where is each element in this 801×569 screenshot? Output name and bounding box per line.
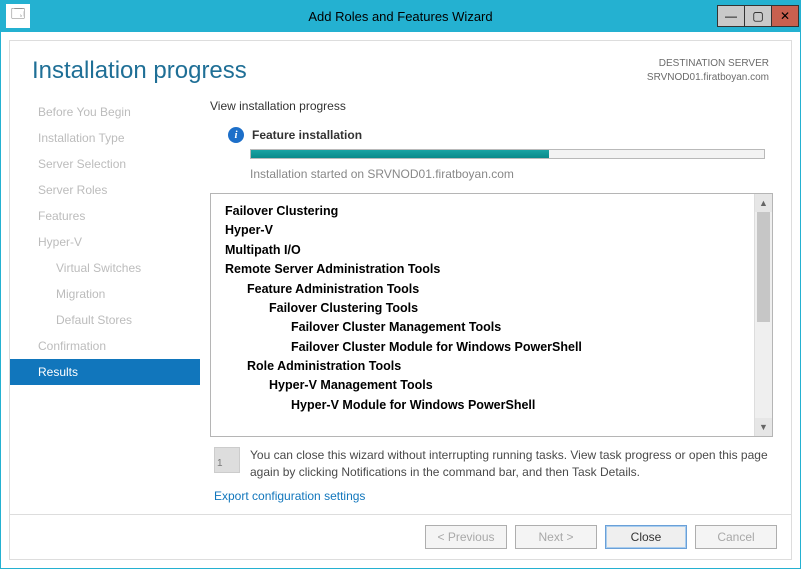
tree-item: Failover Clustering Tools [225,299,748,318]
sidebar-item-server-roles: Server Roles [10,177,200,203]
tree-item: Failover Cluster Module for Windows Powe… [225,338,748,357]
progress-fill [251,150,549,158]
previous-button: < Previous [425,525,507,549]
sidebar-item-hyper-v: Hyper-V [10,229,200,255]
tree-item: Hyper-V Management Tools [225,376,748,395]
tree-item: Hyper-V Module for Windows PowerShell [225,396,748,415]
app-icon: 🗔 [6,4,30,28]
sidebar-item-before-you-begin: Before You Begin [10,99,200,125]
tree-item: Multipath I/O [225,241,748,260]
status-text: Feature installation [252,128,362,142]
tree-item: Role Administration Tools [225,357,748,376]
window-title: Add Roles and Features Wizard [0,9,801,24]
tree-item: Failover Cluster Management Tools [225,318,748,337]
minimize-button[interactable]: — [717,5,745,27]
note-row: 1 You can close this wizard without inte… [210,437,773,489]
scroll-track[interactable] [755,212,772,418]
destination-server: SRVNOD01.firatboyan.com [647,71,769,85]
notification-badge: 1 [217,457,223,471]
maximize-button[interactable]: ▢ [744,5,772,27]
tree-item: Feature Administration Tools [225,280,748,299]
titlebar: 🗔 Add Roles and Features Wizard — ▢ ✕ [0,0,801,32]
sidebar-item-server-selection: Server Selection [10,151,200,177]
feature-tree: Failover ClusteringHyper-VMultipath I/OR… [210,193,773,437]
destination-info: DESTINATION SERVER SRVNOD01.firatboyan.c… [647,57,769,85]
scroll-down-button[interactable]: ▼ [755,418,772,436]
info-icon: i [228,127,244,143]
status-row: i Feature installation [210,127,773,143]
window-frame: Installation progress DESTINATION SERVER… [0,32,801,569]
close-window-button[interactable]: ✕ [771,5,799,27]
wizard-panel: Installation progress DESTINATION SERVER… [9,40,792,560]
sidebar-item-features: Features [10,203,200,229]
feature-tree-content[interactable]: Failover ClusteringHyper-VMultipath I/OR… [211,194,754,436]
export-config-link[interactable]: Export configuration settings [210,489,773,511]
sidebar-item-default-stores: Default Stores [10,307,200,333]
header: Installation progress DESTINATION SERVER… [10,41,791,97]
install-message: Installation started on SRVNOD01.firatbo… [250,167,773,181]
scroll-up-button[interactable]: ▲ [755,194,772,212]
sidebar: Before You BeginInstallation TypeServer … [10,97,200,514]
progress-bar [250,149,765,159]
sidebar-item-installation-type: Installation Type [10,125,200,151]
cancel-button: Cancel [695,525,777,549]
sidebar-item-confirmation: Confirmation [10,333,200,359]
window-controls: — ▢ ✕ [718,5,799,27]
tree-item: Remote Server Administration Tools [225,260,748,279]
scroll-thumb[interactable] [757,212,770,322]
footer: < Previous Next > Close Cancel [10,514,791,559]
destination-label: DESTINATION SERVER [647,57,769,71]
sidebar-item-results[interactable]: Results [10,359,200,385]
next-button: Next > [515,525,597,549]
page-title: Installation progress [32,57,247,85]
sidebar-item-virtual-switches: Virtual Switches [10,255,200,281]
notification-icon: 1 [214,447,240,473]
tree-item: Failover Clustering [225,202,748,221]
sidebar-item-migration: Migration [10,281,200,307]
body: Before You BeginInstallation TypeServer … [10,97,791,514]
main-content: View installation progress i Feature ins… [200,97,791,514]
note-text: You can close this wizard without interr… [250,447,769,481]
view-progress-label: View installation progress [210,99,773,113]
scrollbar[interactable]: ▲ ▼ [754,194,772,436]
close-button[interactable]: Close [605,525,687,549]
tree-item: Hyper-V [225,221,748,240]
